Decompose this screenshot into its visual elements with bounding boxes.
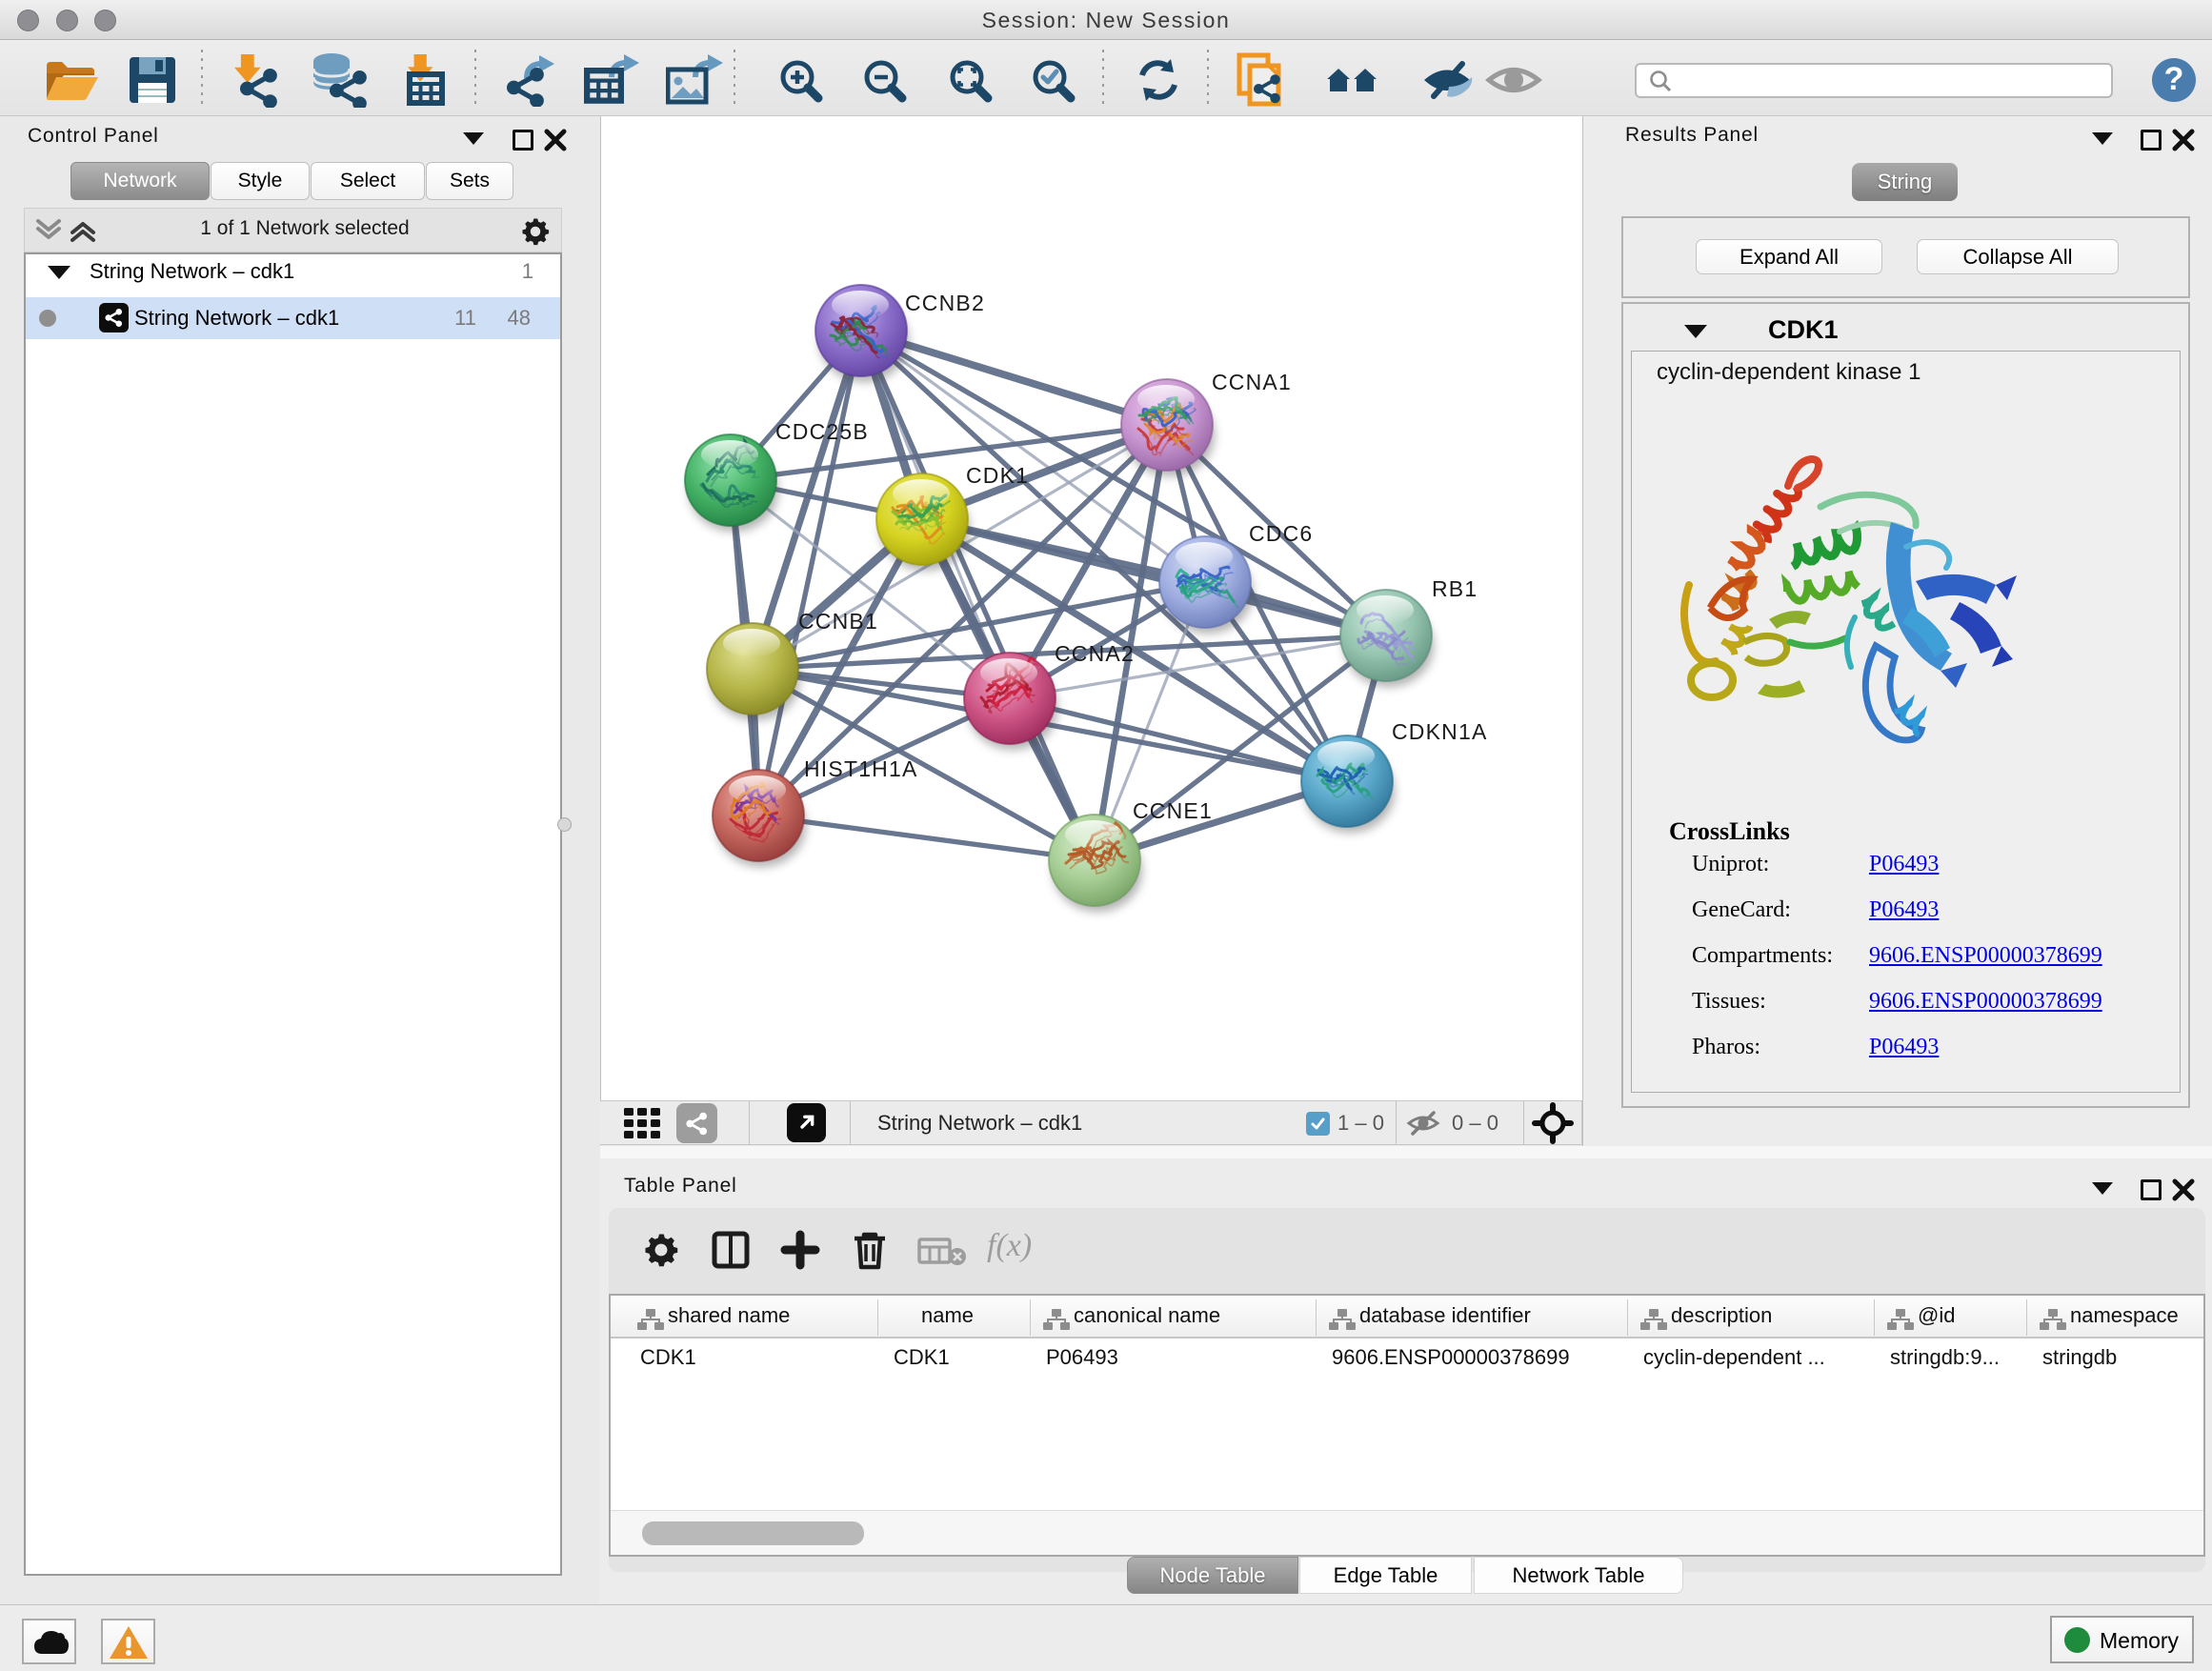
svg-text:CCNB1: CCNB1 [798,609,878,634]
svg-text:CCNB2: CCNB2 [905,291,985,315]
svg-text:CDC6: CDC6 [1249,521,1313,546]
svg-text:RB1: RB1 [1432,576,1478,601]
svg-text:CCNA1: CCNA1 [1212,370,1292,394]
svg-text:CDC25B: CDC25B [775,419,869,444]
svg-text:CCNE1: CCNE1 [1133,798,1213,823]
svg-text:CCNA2: CCNA2 [1055,641,1135,666]
svg-text:CDKN1A: CDKN1A [1392,719,1488,744]
svg-text:CDK1: CDK1 [966,463,1029,488]
svg-text:HIST1H1A: HIST1H1A [804,756,918,781]
